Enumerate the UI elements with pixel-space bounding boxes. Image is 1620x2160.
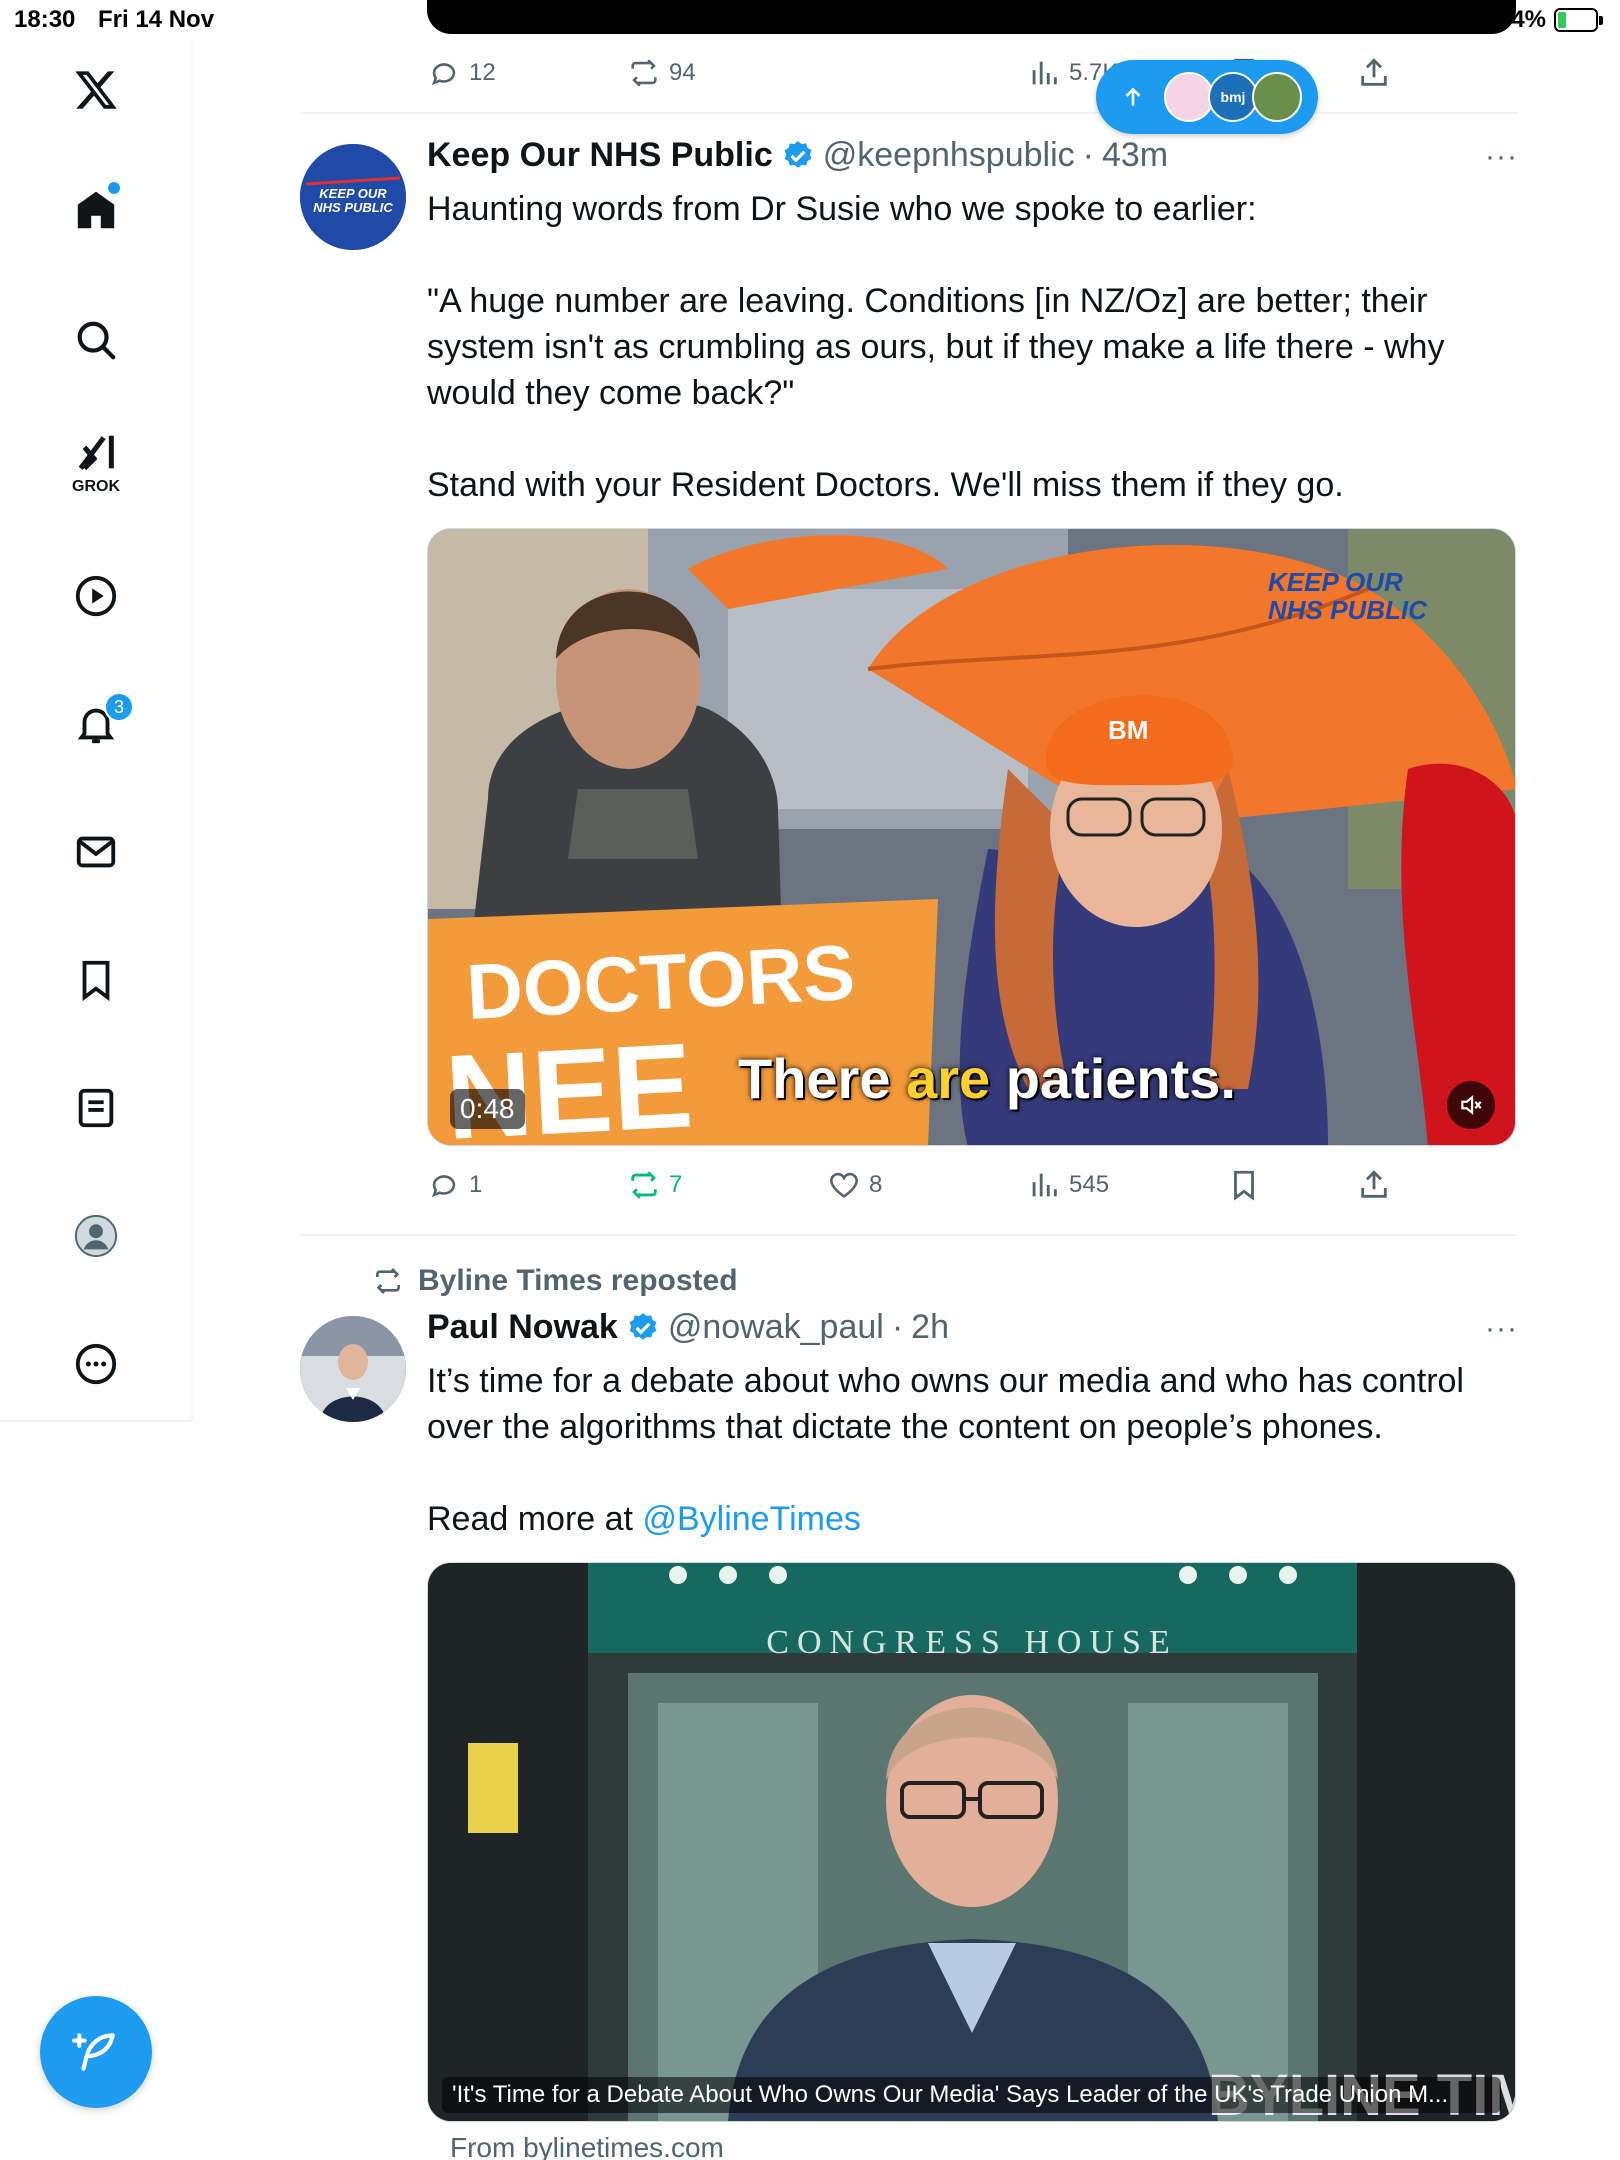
x-logo-icon[interactable] — [66, 60, 126, 120]
mention-link[interactable]: @BylineTimes — [642, 1500, 860, 1538]
compose-post-button[interactable] — [40, 1996, 152, 2108]
grok-icon[interactable]: GROK — [66, 430, 126, 495]
repost-button[interactable]: 94 — [627, 56, 696, 90]
watermark-text-2: NHS PUBLIC — [1268, 595, 1428, 625]
video-duration: 0:48 — [450, 1089, 525, 1129]
avatar[interactable] — [300, 1316, 406, 1422]
post-paragraph: Stand with your Resident Doctors. We'll … — [427, 466, 1344, 504]
mute-toggle[interactable] — [1447, 1081, 1495, 1129]
muted-speaker-icon — [1461, 1095, 1482, 1115]
reposted-by-label: Byline Times reposted — [418, 1264, 738, 1297]
new-post-avatar — [1252, 72, 1302, 122]
views-count: 545 — [1069, 1171, 1110, 1198]
home-icon[interactable] — [66, 180, 126, 240]
notifications-badge: 3 — [104, 692, 134, 722]
verified-badge-icon — [784, 140, 812, 168]
new-posts-pill[interactable]: bmj — [1096, 60, 1318, 134]
post-header: Paul Nowak @nowak_paul · 2h — [427, 1308, 949, 1347]
post-paragraph: It’s time for a debate about who owns ou… — [427, 1362, 1464, 1446]
new-post-avatar: bmj — [1208, 72, 1258, 122]
avatar[interactable]: KEEP OUR NHS PUBLIC — [300, 144, 406, 250]
post-paragraph: Haunting words from Dr Susie who we spok… — [427, 190, 1257, 228]
share-button[interactable] — [1357, 1168, 1391, 1202]
reply-icon — [431, 63, 456, 86]
separator-dot: · — [891, 1308, 904, 1346]
post-text: It’s time for a debate about who owns ou… — [427, 1358, 1516, 1542]
video-caption: There are patients. — [738, 1047, 1236, 1110]
post-header: Keep Our NHS Public @keepnhspublic · 43m — [427, 136, 1168, 175]
previous-post-media[interactable] — [427, 0, 1516, 34]
svg-text:NHS PUBLIC: NHS PUBLIC — [313, 200, 393, 215]
link-card[interactable]: CONGRESS HOUSE BYLINE TIMES 'It's Time f… — [427, 1562, 1516, 2122]
bookmark-icon — [1234, 1170, 1254, 1201]
author-handle[interactable]: @nowak_paul — [668, 1308, 884, 1347]
post-video[interactable]: DOCTORS NEE BM KEEP OUR NHS PUBLIC There… — [427, 528, 1516, 1146]
separator-dot: · — [1082, 136, 1094, 174]
repost-icon — [631, 59, 657, 87]
link-card-image: CONGRESS HOUSE BYLINE TIMES — [428, 1563, 1515, 2121]
repost-count: 7 — [669, 1171, 683, 1198]
author-handle[interactable]: @keepnhspublic — [823, 136, 1075, 175]
post-paragraph: "A huge number are leaving. Conditions [… — [427, 282, 1445, 412]
views-chart-icon — [1032, 1173, 1057, 1197]
link-card-title: 'It's Time for a Debate About Who Owns O… — [442, 2077, 1501, 2113]
heart-icon — [830, 1172, 858, 1198]
battery-percent: 4% — [1511, 6, 1546, 33]
status-date: Fri 14 Nov — [98, 6, 215, 33]
status-time: 18:30 — [14, 6, 76, 33]
verified-badge-icon — [629, 1312, 657, 1340]
views-button[interactable]: 545 — [1027, 1168, 1109, 1202]
reply-button[interactable]: 12 — [427, 56, 496, 90]
post-time[interactable]: 2h — [911, 1308, 949, 1347]
sidebar: GROK 3 — [0, 40, 193, 1422]
home-unread-dot — [108, 182, 120, 194]
new-post-avatar — [1164, 72, 1214, 122]
share-button[interactable] — [1357, 56, 1391, 90]
lists-icon[interactable] — [66, 1078, 126, 1138]
profile-avatar-icon[interactable] — [66, 1206, 126, 1266]
post-paragraph: Read more at @BylineTimes — [427, 1500, 861, 1538]
hat-text: BM — [1108, 715, 1148, 745]
post-divider — [300, 112, 1518, 114]
link-card-source[interactable]: From bylinetimes.com — [450, 2132, 724, 2160]
post-time[interactable]: 43m — [1102, 136, 1168, 175]
more-options-icon[interactable] — [66, 1334, 126, 1394]
notifications-bell-icon[interactable]: 3 — [66, 692, 134, 754]
repost-icon — [376, 1268, 400, 1294]
arrow-up-icon — [1125, 87, 1141, 106]
share-icon — [1361, 1170, 1387, 1198]
building-sign: CONGRESS HOUSE — [766, 1624, 1177, 1661]
battery-indicator: 4% — [1511, 6, 1603, 34]
post-divider — [300, 1234, 1518, 1236]
repost-icon — [631, 1171, 657, 1199]
author-name[interactable]: Paul Nowak — [427, 1308, 618, 1347]
post-more-menu-icon[interactable]: ··· — [1485, 1312, 1518, 1346]
reply-count: 12 — [469, 59, 496, 86]
messages-envelope-icon[interactable] — [66, 822, 126, 882]
bookmarks-icon[interactable] — [66, 950, 126, 1010]
reply-button[interactable]: 1 — [427, 1168, 482, 1202]
share-icon — [1361, 58, 1387, 86]
svg-text:KEEP OUR: KEEP OUR — [319, 186, 387, 201]
repost-context[interactable]: Byline Times reposted — [372, 1264, 738, 1298]
like-button[interactable]: 8 — [827, 1168, 882, 1202]
battery-icon — [1554, 8, 1603, 32]
bookmark-button[interactable] — [1227, 1168, 1261, 1202]
search-icon[interactable] — [66, 310, 126, 370]
reply-count: 1 — [469, 1171, 483, 1198]
author-name[interactable]: Keep Our NHS Public — [427, 136, 773, 175]
repost-button[interactable]: 7 — [627, 1168, 682, 1202]
post-actions: 1 7 8 545 — [427, 1168, 1427, 1208]
post-text: Haunting words from Dr Susie who we spok… — [427, 186, 1516, 508]
compose-feather-icon — [72, 2033, 115, 2071]
like-count: 8 — [869, 1171, 883, 1198]
watermark-text-1: KEEP OUR — [1268, 567, 1403, 597]
post-more-menu-icon[interactable]: ··· — [1485, 140, 1518, 174]
views-chart-icon — [1032, 61, 1057, 85]
repost-count: 94 — [669, 59, 696, 86]
video-play-icon[interactable] — [66, 566, 126, 626]
reply-icon — [431, 1175, 456, 1198]
grok-label: GROK — [72, 478, 120, 495]
